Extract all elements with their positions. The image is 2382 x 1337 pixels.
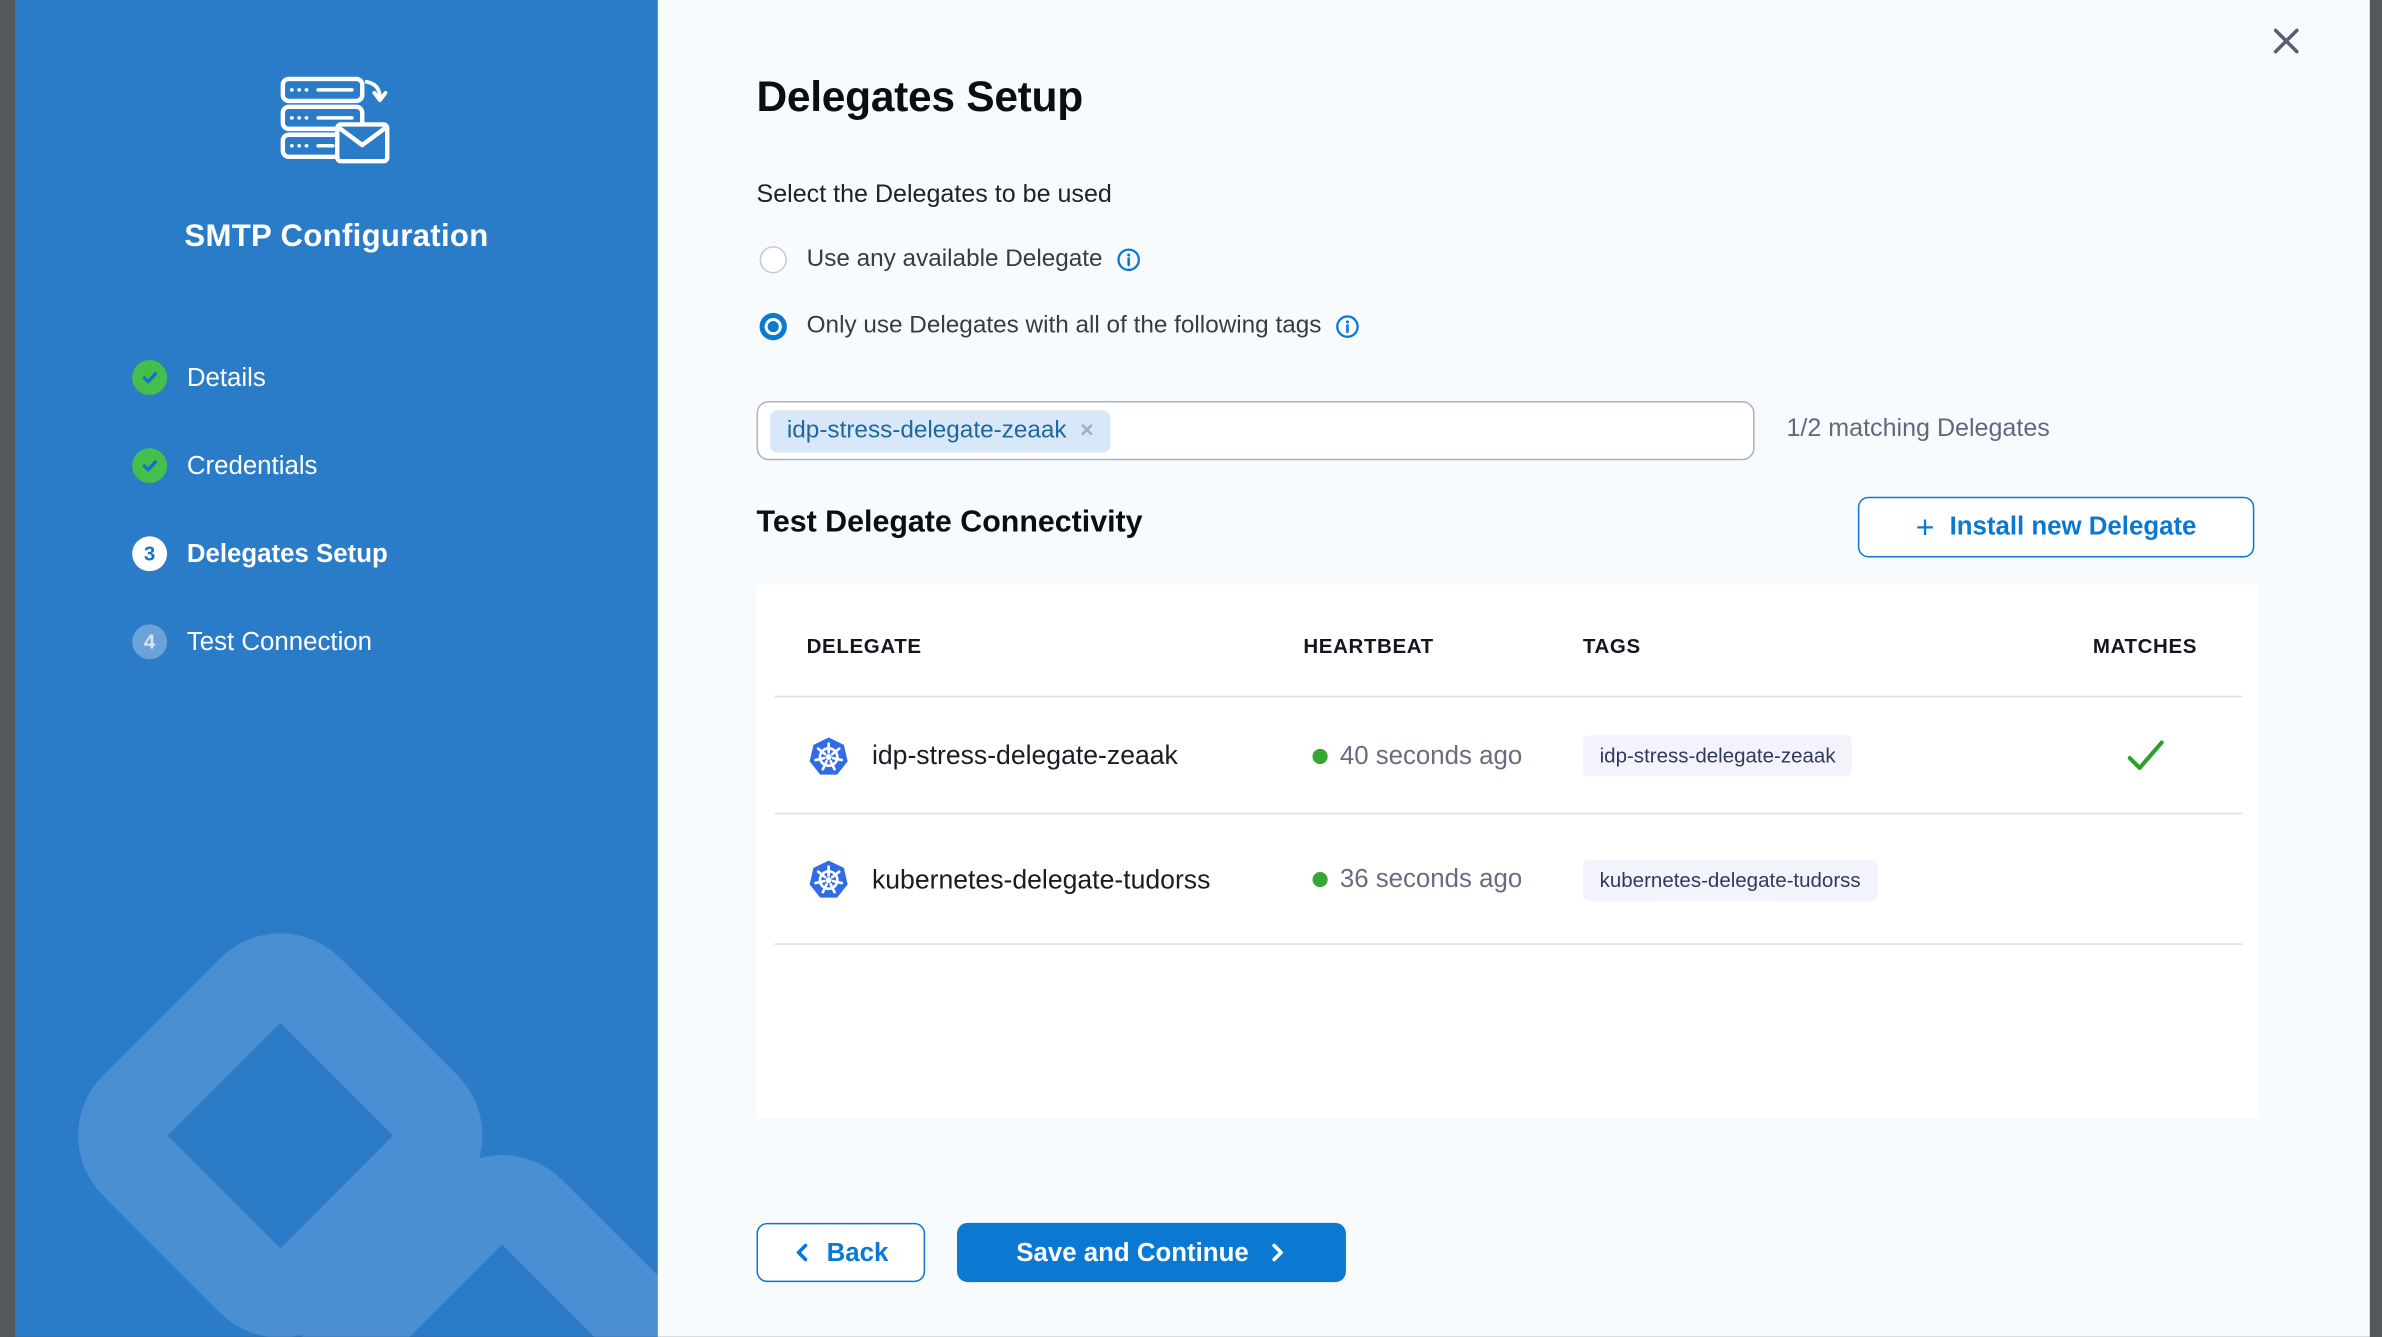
wizard-steps: Details Credentials 3 Delegates Setup 4 xyxy=(132,360,388,712)
heartbeat-status-dot xyxy=(1313,748,1328,763)
wizard-sidebar: SMTP Configuration Details xyxy=(15,0,658,1337)
install-button-label: Install new Delegate xyxy=(1950,512,2197,542)
step-completed-check-icon xyxy=(132,448,167,483)
step-label: Delegates Setup xyxy=(187,539,388,569)
delegate-cell: idp-stress-delegate-zeaak xyxy=(807,697,1178,814)
step-label: Credentials xyxy=(187,450,318,480)
column-header-heartbeat: HEARTBEAT xyxy=(1303,635,1433,658)
step-completed-check-icon xyxy=(132,360,167,395)
table-row: idp-stress-delegate-zeaak 40 seconds ago… xyxy=(757,697,2259,814)
test-connectivity-heading: Test Delegate Connectivity xyxy=(757,506,1143,541)
page-title: Delegates Setup xyxy=(757,73,1083,122)
heartbeat-time: 40 seconds ago xyxy=(1340,741,1522,771)
matches-cell xyxy=(2069,697,2221,814)
delegate-tags-input[interactable]: idp-stress-delegate-zeaak × xyxy=(757,401,1755,460)
heartbeat-cell: 36 seconds ago xyxy=(1313,814,1523,945)
step-number-badge: 4 xyxy=(132,624,167,659)
kubernetes-icon xyxy=(807,858,851,901)
tags-cell: idp-stress-delegate-zeaak xyxy=(1583,697,1852,814)
info-icon[interactable] xyxy=(1116,248,1140,272)
column-header-tags: TAGS xyxy=(1583,635,1641,658)
radio-delegates-with-tags[interactable]: Only use Delegates with all of the follo… xyxy=(760,313,1360,340)
table-header-row: DELEGATE HEARTBEAT TAGS MATCHES xyxy=(757,585,2259,697)
match-check-icon xyxy=(2124,738,2165,773)
step-label: Test Connection xyxy=(187,627,372,657)
delegates-table: DELEGATE HEARTBEAT TAGS MATCHES xyxy=(757,585,2259,1118)
info-icon[interactable] xyxy=(1335,314,1359,338)
radio-any-delegate[interactable]: Use any available Delegate xyxy=(760,246,1141,273)
modal-stage: SMTP Configuration Details xyxy=(0,0,2382,1337)
heartbeat-time: 36 seconds ago xyxy=(1340,864,1522,894)
smtp-server-mail-icon xyxy=(277,76,395,175)
radio-unselected-icon[interactable] xyxy=(760,246,787,273)
delegate-tag-chip: kubernetes-delegate-tudorss xyxy=(1583,859,1877,900)
kubernetes-icon xyxy=(807,734,851,777)
heartbeat-status-dot xyxy=(1313,872,1328,887)
tags-cell: kubernetes-delegate-tudorss xyxy=(1583,814,1877,945)
chevron-right-icon xyxy=(1267,1243,1287,1263)
tag-chip-label: idp-stress-delegate-zeaak xyxy=(787,417,1067,444)
select-delegates-label: Select the Delegates to be used xyxy=(757,181,1112,210)
radio-selected-icon[interactable] xyxy=(760,313,787,340)
radio-label: Only use Delegates with all of the follo… xyxy=(807,313,1322,340)
matches-cell xyxy=(2069,814,2221,945)
smtp-configuration-dialog: SMTP Configuration Details xyxy=(15,0,2370,1337)
back-button-label: Back xyxy=(827,1237,889,1267)
step-label: Details xyxy=(187,362,266,392)
step-number-badge: 3 xyxy=(132,536,167,571)
chevron-left-icon xyxy=(793,1243,813,1263)
delegate-name: kubernetes-delegate-tudorss xyxy=(872,864,1210,896)
wizard-title: SMTP Configuration xyxy=(15,219,658,255)
save-button-label: Save and Continue xyxy=(1016,1237,1248,1267)
step-details[interactable]: Details xyxy=(132,360,388,395)
column-header-delegate: DELEGATE xyxy=(807,635,922,658)
table-row: kubernetes-delegate-tudorss 36 seconds a… xyxy=(757,814,2259,945)
save-and-continue-button[interactable]: Save and Continue xyxy=(957,1223,1346,1282)
matching-delegates-count: 1/2 matching Delegates xyxy=(1786,415,2049,444)
back-button[interactable]: Back xyxy=(757,1223,926,1282)
close-icon[interactable] xyxy=(2270,24,2303,57)
step-delegates-setup[interactable]: 3 Delegates Setup xyxy=(132,536,388,571)
tag-chip: idp-stress-delegate-zeaak × xyxy=(770,409,1110,452)
step-test-connection[interactable]: 4 Test Connection xyxy=(132,624,388,659)
remove-tag-icon[interactable]: × xyxy=(1080,418,1093,444)
install-new-delegate-button[interactable]: + Install new Delegate xyxy=(1858,497,2254,558)
delegate-name: idp-stress-delegate-zeaak xyxy=(872,740,1178,772)
step-credentials[interactable]: Credentials xyxy=(132,448,388,483)
column-header-matches: MATCHES xyxy=(2069,635,2221,658)
delegate-cell: kubernetes-delegate-tudorss xyxy=(807,814,1211,945)
heartbeat-cell: 40 seconds ago xyxy=(1313,697,1523,814)
plus-icon: + xyxy=(1916,511,1935,543)
radio-label: Use any available Delegate xyxy=(807,246,1103,273)
delegates-setup-panel: Delegates Setup Select the Delegates to … xyxy=(658,0,2370,1337)
delegate-tag-chip: idp-stress-delegate-zeaak xyxy=(1583,735,1852,776)
